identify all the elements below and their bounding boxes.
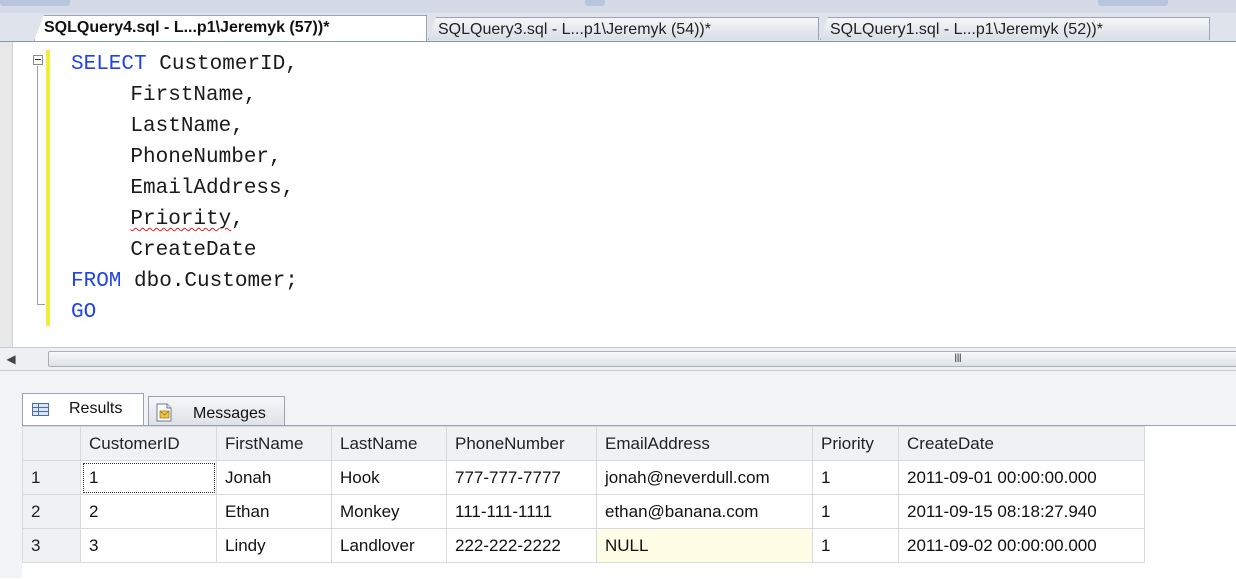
- grid-cell[interactable]: 2011-09-01 00:00:00.000: [898, 460, 1145, 495]
- grid-header-row: CustomerID FirstName LastName PhoneNumbe…: [22, 426, 1145, 461]
- table-row: 3 3 Lindy Landlover 222-222-2222 NULL 1 …: [22, 528, 1145, 563]
- grid-icon: [32, 403, 49, 416]
- grid-cell[interactable]: 2011-09-15 08:18:27.940: [898, 494, 1145, 529]
- sql-keyword: SELECT: [71, 53, 147, 76]
- row-number[interactable]: 2: [22, 494, 81, 529]
- tab-sqlquery3[interactable]: SQLQuery3.sql - L...p1\Jeremyk (54))*: [428, 17, 819, 40]
- grid-cell[interactable]: 111-111-1111: [446, 494, 597, 529]
- results-pane: Results Messages CustomerID FirstName La…: [0, 371, 1236, 579]
- column-header[interactable]: CreateDate: [898, 426, 1145, 461]
- code-text: EmailAddress,: [80, 177, 295, 200]
- table-row: 2 2 Ethan Monkey 111-111-1111 ethan@bana…: [22, 494, 1145, 529]
- code-text: PhoneNumber,: [80, 146, 282, 169]
- document-tab-bar: SQLQuery4.sql - L...p1\Jeremyk (57))* SQ…: [0, 13, 1236, 42]
- grid-cell[interactable]: Ethan: [216, 494, 332, 529]
- outline-guide: [37, 66, 38, 305]
- collapse-outline-icon[interactable]: [33, 55, 43, 65]
- scrollbar-thumb[interactable]: [48, 351, 1236, 367]
- grid-cell[interactable]: 777-777-7777: [446, 460, 597, 495]
- grid-cell[interactable]: 222-222-2222: [446, 528, 597, 563]
- code-line-2: FirstName,: [80, 84, 256, 108]
- tab-sqlquery1[interactable]: SQLQuery1.sql - L...p1\Jeremyk (52))*: [820, 17, 1210, 40]
- results-table: CustomerID FirstName LastName PhoneNumbe…: [22, 426, 1145, 563]
- code-line-5: EmailAddress,: [80, 177, 294, 201]
- sql-keyword: FROM: [71, 270, 122, 293]
- scrollbar-grip: III: [954, 351, 962, 365]
- grid-cell[interactable]: 3: [80, 528, 217, 563]
- code-line-9: GO: [71, 301, 96, 325]
- tab-results[interactable]: Results: [22, 393, 144, 425]
- grid-cell[interactable]: 1: [80, 460, 217, 495]
- horizontal-scrollbar[interactable]: ◀ III: [0, 347, 1236, 371]
- code-line-4: PhoneNumber,: [80, 146, 282, 170]
- grid-cell[interactable]: Hook: [331, 460, 447, 495]
- outline-guide-end: [37, 304, 45, 305]
- results-tab-label: Results: [69, 400, 123, 417]
- grid-corner[interactable]: [22, 426, 81, 461]
- grid-cell-null[interactable]: NULL: [596, 528, 813, 563]
- code-text: CustomerID,: [146, 53, 298, 76]
- query-editor[interactable]: SELECT CustomerID, FirstName, LastName, …: [0, 42, 1236, 347]
- code-line-3: LastName,: [80, 115, 244, 139]
- code-line-1: SELECT CustomerID,: [71, 53, 298, 77]
- grid-cell[interactable]: Landlover: [331, 528, 447, 563]
- column-header[interactable]: FirstName: [216, 426, 332, 461]
- top-decoration: [1098, 0, 1168, 6]
- column-header[interactable]: Priority: [812, 426, 899, 461]
- code-text: FirstName,: [80, 84, 257, 107]
- priority-squiggle-text: Priority: [130, 208, 232, 231]
- change-tracking-bar: [46, 50, 50, 326]
- tab-sqlquery4[interactable]: SQLQuery4.sql - L...p1\Jeremyk (57))*: [34, 15, 427, 41]
- table-row: 1 1 Jonah Hook 777-777-7777 jonah@neverd…: [22, 460, 1145, 495]
- grid-cell[interactable]: Jonah: [216, 460, 332, 495]
- code-text: CreateDate: [80, 239, 257, 262]
- tab-messages[interactable]: Messages: [148, 396, 285, 426]
- grid-cell[interactable]: ethan@banana.com: [596, 494, 813, 529]
- messages-icon: [156, 403, 172, 422]
- code-text: LastName,: [80, 115, 244, 138]
- code-line-8: FROM dbo.Customer;: [71, 270, 298, 294]
- grid-cell[interactable]: 1: [812, 494, 899, 529]
- grid-cell[interactable]: 2011-09-02 00:00:00.000: [898, 528, 1145, 563]
- sql-keyword: GO: [71, 301, 97, 324]
- results-grid[interactable]: CustomerID FirstName LastName PhoneNumbe…: [22, 425, 1236, 579]
- code-line-6: Priority,: [130, 208, 244, 231]
- row-number[interactable]: 1: [22, 460, 81, 495]
- code-text: dbo.Customer;: [121, 270, 298, 293]
- column-header[interactable]: EmailAddress: [596, 426, 813, 461]
- grid-cell[interactable]: 1: [812, 460, 899, 495]
- row-number[interactable]: 3: [22, 528, 81, 563]
- grid-cell[interactable]: 1: [812, 528, 899, 563]
- scroll-left-icon[interactable]: ◀: [0, 348, 22, 370]
- column-header[interactable]: CustomerID: [80, 426, 217, 461]
- column-header[interactable]: LastName: [331, 426, 447, 461]
- top-decoration: [0, 0, 70, 6]
- grid-cell[interactable]: Monkey: [331, 494, 447, 529]
- editor-margin: [0, 42, 13, 347]
- grid-cell[interactable]: Lindy: [216, 528, 332, 563]
- grid-cell[interactable]: 2: [80, 494, 217, 529]
- code-line-7: CreateDate: [80, 239, 256, 263]
- column-header[interactable]: PhoneNumber: [446, 426, 597, 461]
- grid-cell[interactable]: jonah@neverdull.com: [596, 460, 813, 495]
- top-decoration: [585, 0, 605, 6]
